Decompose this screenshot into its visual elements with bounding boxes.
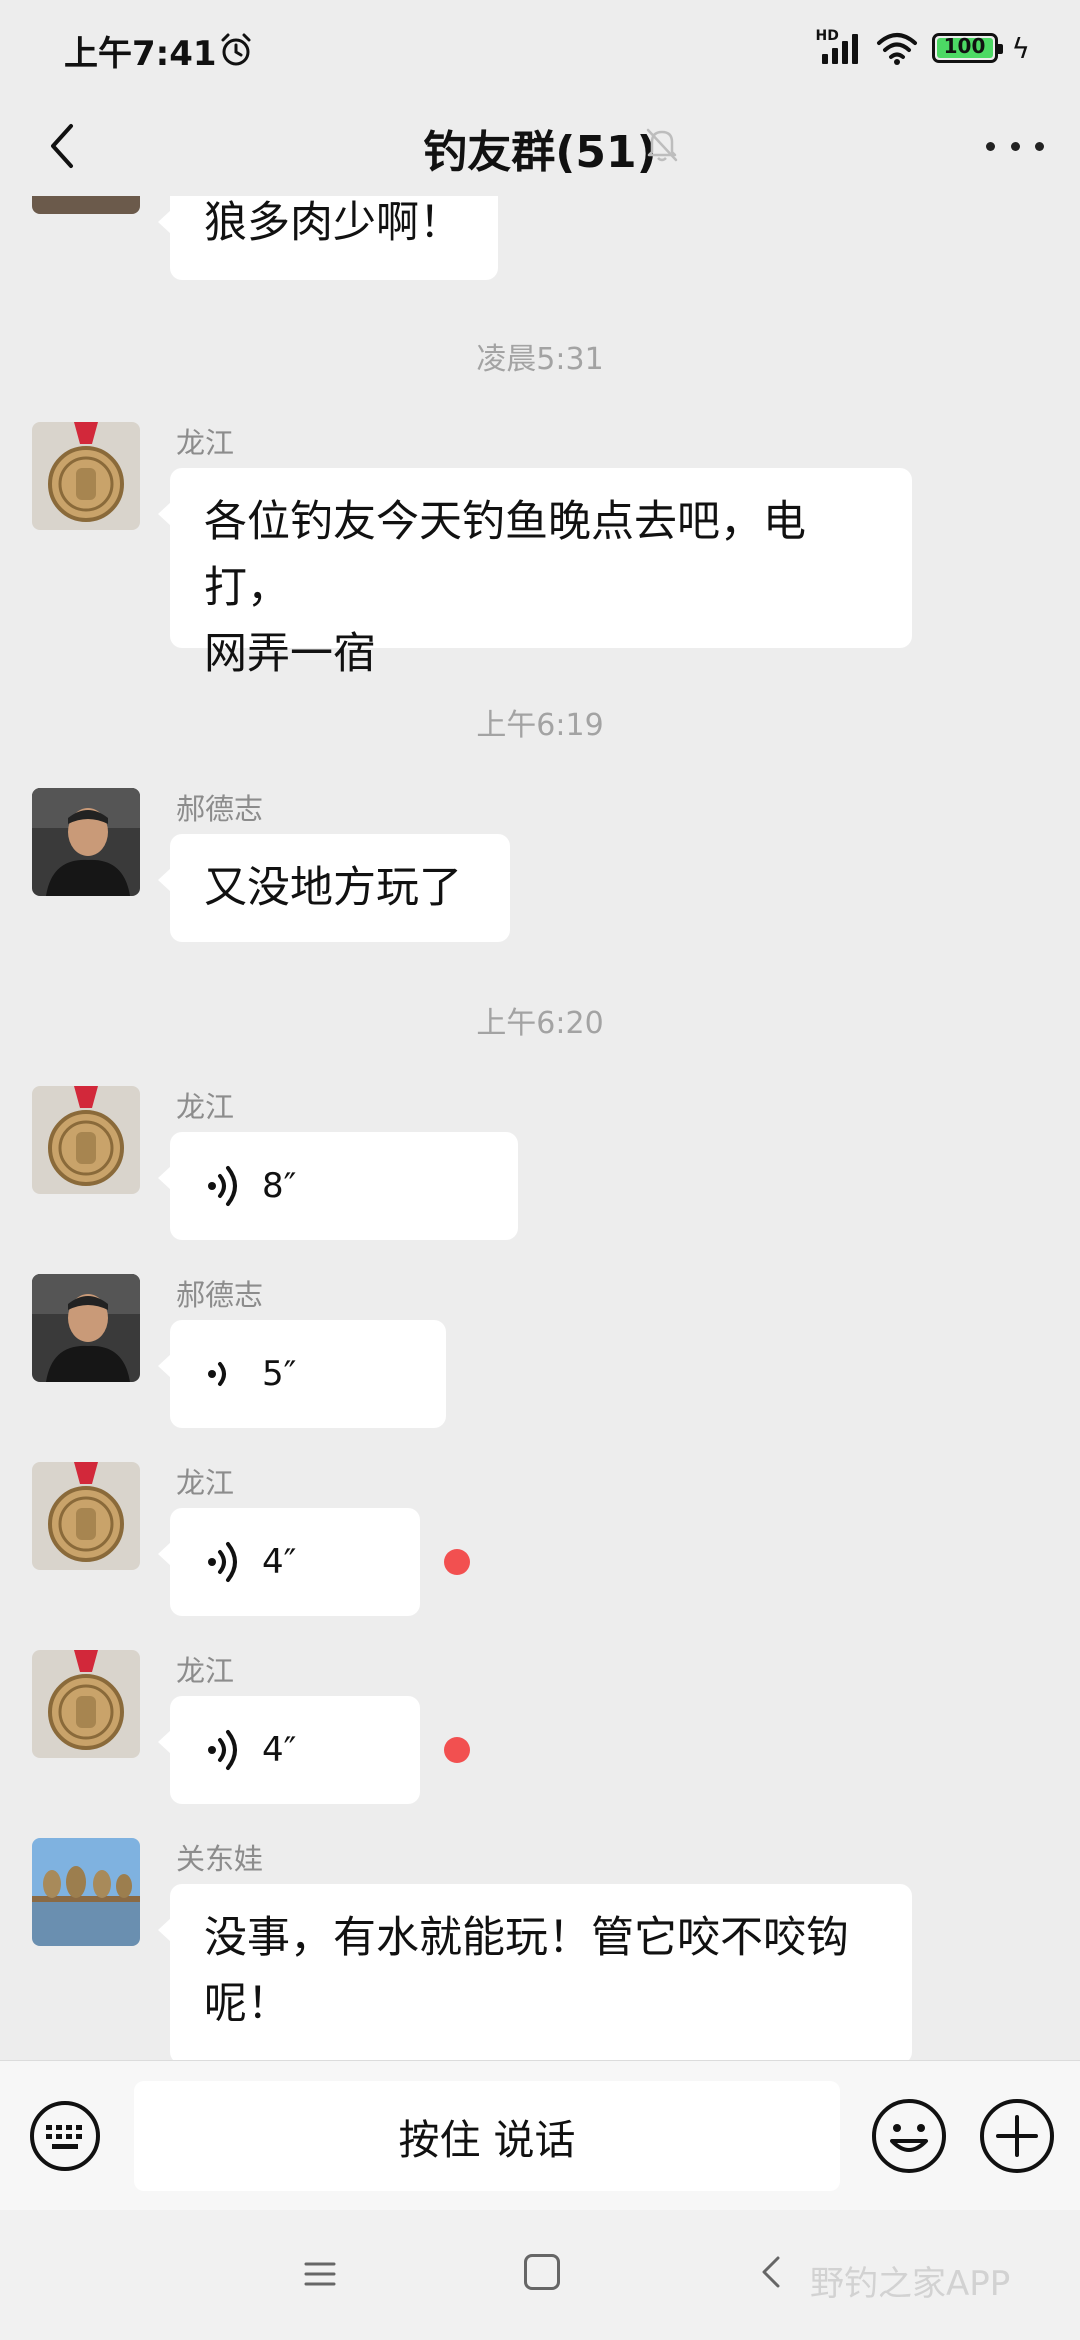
voice-bubble[interactable]: 5″ (158, 1320, 446, 1428)
sender-name: 龙江 (176, 1654, 235, 1688)
avatar-person[interactable] (32, 1274, 140, 1382)
more-options-button[interactable] (980, 118, 1050, 174)
message-text-line: 网弄一宿 (204, 629, 376, 679)
more-dot-icon (986, 141, 995, 151)
voice-bubble[interactable]: 4″ (158, 1696, 420, 1804)
battery-percent: 100 (943, 34, 986, 58)
sender-name: 龙江 (176, 1466, 235, 1500)
more-dot-icon (1035, 141, 1044, 151)
timestamp: 上午6:19 (476, 708, 604, 743)
message-list[interactable]: 狼多肉少啊！ 凌晨5:31 龙江 各位钓友今天钓鱼晚点去吧，电打， 网弄一宿 上… (0, 196, 1080, 2060)
status-time: 上午7:41 (64, 34, 217, 74)
message-text: 狼多肉少啊！ (204, 198, 462, 248)
avatar-medal[interactable] (32, 1086, 140, 1194)
sender-name: 关东娃 (176, 1842, 264, 1876)
system-nav-bar: 野钓之家APP (0, 2210, 1080, 2340)
more-dot-icon (1010, 141, 1020, 151)
avatar[interactable] (32, 196, 140, 214)
status-indicators: HD 100 ϟ (816, 28, 1030, 68)
message-bubble[interactable]: 没事，有水就能玩！管它咬不咬钩 呢！ (158, 1884, 912, 2060)
network-type-label: HD (815, 28, 839, 44)
message-bubble[interactable]: 各位钓友今天钓鱼晚点去吧，电打， 网弄一宿 (158, 468, 912, 679)
sender-name: 龙江 (176, 1090, 235, 1124)
keyboard-icon[interactable] (28, 2099, 102, 2173)
battery-icon: 100 (931, 33, 1003, 63)
watermark: 野钓之家APP (810, 2264, 1011, 2304)
sender-name: 龙江 (176, 426, 235, 460)
unread-dot (444, 1549, 470, 1575)
timestamp: 凌晨5:31 (476, 342, 604, 377)
charging-icon: ϟ (1011, 31, 1030, 65)
voice-bubble[interactable]: 8″ (158, 1132, 518, 1240)
alarm-clock-icon (221, 33, 251, 66)
message-text: 又没地方玩了 (204, 863, 462, 913)
timestamp: 上午6:20 (476, 1006, 604, 1041)
mute-bell-icon (646, 128, 678, 162)
voice-wave-icon (208, 1730, 237, 1770)
sender-name: 郝德志 (176, 792, 264, 826)
voice-wave-icon (208, 1362, 226, 1386)
menu-icon[interactable] (300, 2254, 340, 2294)
voice-wave-icon (208, 1542, 237, 1582)
avatar-landscape[interactable] (32, 1838, 140, 1946)
voice-bubble[interactable]: 4″ (158, 1508, 420, 1616)
message-text-line: 呢！ (204, 1979, 290, 2029)
input-bar: 按住 说话 (0, 2060, 1080, 2210)
voice-wave-icon (208, 1166, 237, 1206)
chat-title: 钓友群(51) (423, 127, 657, 178)
cellular-signal-icon: HD (815, 28, 862, 66)
voice-duration: 4″ (262, 1730, 297, 1770)
home-button[interactable] (524, 2254, 560, 2290)
wifi-icon (876, 33, 917, 65)
message-bubble[interactable]: 狼多肉少啊！ (158, 196, 498, 280)
avatar-medal[interactable] (32, 422, 140, 530)
emoji-icon[interactable] (870, 2097, 948, 2175)
avatar-person[interactable] (32, 788, 140, 896)
title-bar: 钓友群(51) (0, 96, 1080, 196)
avatar-medal[interactable] (32, 1462, 140, 1570)
voice-duration: 8″ (262, 1166, 297, 1206)
nav-back-icon[interactable] (752, 2252, 792, 2292)
avatar-medal[interactable] (32, 1650, 140, 1758)
sender-name: 郝德志 (176, 1278, 264, 1312)
voice-duration: 4″ (262, 1542, 297, 1582)
message-bubble[interactable]: 又没地方玩了 (158, 834, 510, 942)
hold-to-talk-button[interactable]: 按住 说话 (134, 2081, 840, 2191)
message-text-line: 各位钓友今天钓鱼晚点去吧，电打， (204, 497, 806, 613)
voice-duration: 5″ (262, 1354, 297, 1394)
status-bar: 上午7:41 HD 100 ϟ (0, 0, 1080, 96)
chat-screen: 上午7:41 HD 100 ϟ 钓友群(51) 狼多肉少啊！ 凌晨5:31 龙江… (0, 0, 1080, 2340)
message-text-line: 没事，有水就能玩！管它咬不咬钩 (204, 1913, 849, 1963)
plus-icon[interactable] (978, 2097, 1056, 2175)
unread-dot (444, 1737, 470, 1763)
